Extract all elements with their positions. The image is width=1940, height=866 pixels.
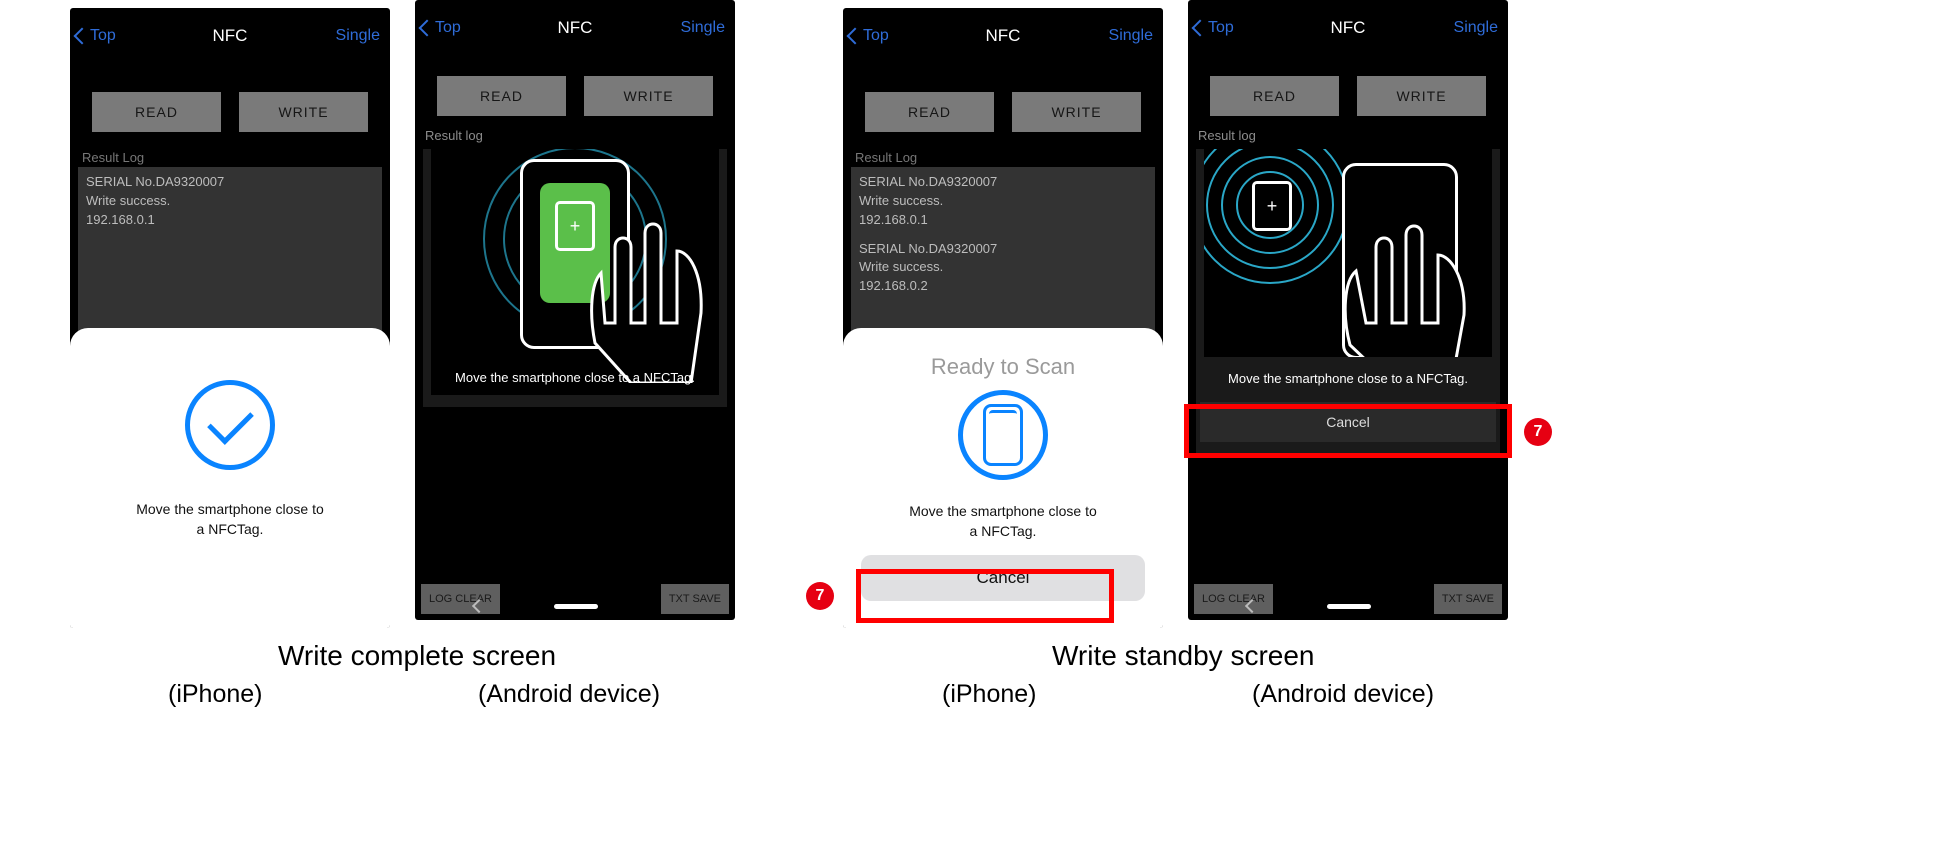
android-back-icon[interactable] [472,599,486,613]
nav-back-button[interactable]: Top [421,19,461,37]
nav-title: NFC [986,26,1021,46]
subcaption-iphone: (iPhone) [168,680,263,709]
navbar: Top NFC Single [415,0,735,56]
nfc-overlay: + Move the smartphone close to a NFCTag.… [1196,149,1500,454]
nav-title: NFC [558,18,593,38]
log-line: SERIAL No.DA9320007 [859,173,1147,192]
read-button[interactable]: READ [437,76,566,116]
android-navbar [415,592,735,620]
chevron-left-icon [419,20,436,37]
read-button[interactable]: READ [1210,76,1339,116]
nfc-overlay: + Move the smartphone close to a NFCTag. [423,149,727,407]
nav-back-label: Top [1208,19,1234,37]
nfc-sheet-success: Move the smartphone close to a NFCTag. [70,328,390,628]
caption-complete: Write complete screen [278,640,556,672]
nfc-sheet-ready: Ready to Scan Move the smartphone close … [843,328,1163,628]
nav-back-label: Top [863,27,889,45]
screen-android-complete: Top NFC Single READ WRITE Result log + [415,0,735,620]
nav-back-button[interactable]: Top [76,27,116,45]
navbar: Top NFC Single [1188,0,1508,56]
nav-title: NFC [1331,18,1366,38]
subcaption-android: (Android device) [1252,680,1434,709]
log-line: Write success. [859,258,1147,277]
android-navbar [1188,592,1508,620]
ready-title: Ready to Scan [861,354,1145,380]
navbar: Top NFC Single [843,8,1163,64]
nav-right-button[interactable]: Single [1454,19,1498,37]
android-home-pill[interactable] [1327,604,1371,609]
android-back-icon[interactable] [1245,599,1259,613]
write-button[interactable]: WRITE [1357,76,1486,116]
result-log-box: SERIAL No.DA9320007 Write success. 192.1… [851,167,1155,343]
figure-stage: Top NFC Single READ WRITE Result Log SER… [0,0,1940,866]
log-line: 192.168.0.1 [859,211,1147,230]
caption-standby: Write standby screen [1052,640,1315,672]
log-line: Write success. [86,192,374,211]
log-line: SERIAL No.DA9320007 [859,240,1147,259]
chevron-left-icon [847,28,864,45]
result-log-label: Result log [1188,122,1508,147]
write-button[interactable]: WRITE [584,76,713,116]
android-home-pill[interactable] [554,604,598,609]
nav-back-button[interactable]: Top [849,27,889,45]
nav-right-button[interactable]: Single [681,19,725,37]
result-log-label: Result Log [843,146,1163,167]
cancel-button[interactable]: Cancel [1200,402,1496,442]
nfc-illustration-standby: + [1204,149,1492,357]
chevron-left-icon [74,28,91,45]
nav-back-label: Top [90,27,116,45]
cancel-button[interactable]: Cancel [861,555,1145,601]
chevron-left-icon [1192,20,1209,37]
screen-iphone-standby: Top NFC Single READ WRITE Result Log SER… [843,8,1163,628]
nav-back-label: Top [435,19,461,37]
nfc-card-icon: + [1252,181,1292,231]
nav-title: NFC [213,26,248,46]
sheet-message: Move the smartphone close to a NFCTag. [88,500,372,539]
log-line: 192.168.0.1 [86,211,374,230]
screen-iphone-complete: Top NFC Single READ WRITE Result Log SER… [70,8,390,628]
read-button[interactable]: READ [865,92,994,132]
nfc-illustration-success: + Move the smartphone close to a NFCTag. [431,149,719,395]
subcaption-android: (Android device) [478,680,660,709]
callout-badge-7a: 7 [806,582,834,610]
result-log-label: Result log [415,122,735,147]
log-line: 192.168.0.2 [859,277,1147,296]
success-check-icon [185,380,275,470]
callout-badge-7b: 7 [1524,418,1552,446]
screen-android-standby: Top NFC Single READ WRITE Result log + [1188,0,1508,620]
nav-right-button[interactable]: Single [336,27,380,45]
write-button[interactable]: WRITE [1012,92,1141,132]
navbar: Top NFC Single [70,8,390,64]
ready-phone-icon [958,390,1048,480]
subcaption-iphone: (iPhone) [942,680,1037,709]
log-line: SERIAL No.DA9320007 [86,173,374,192]
result-log-label: Result Log [70,146,390,167]
nav-right-button[interactable]: Single [1109,27,1153,45]
write-button[interactable]: WRITE [239,92,368,132]
overlay-message: Move the smartphone close to a NFCTag. [431,356,719,395]
hand-icon [1332,211,1482,357]
read-button[interactable]: READ [92,92,221,132]
sheet-message: Move the smartphone close to a NFCTag. [861,502,1145,541]
overlay-message: Move the smartphone close to a NFCTag. [1196,357,1500,396]
log-line: Write success. [859,192,1147,211]
nav-back-button[interactable]: Top [1194,19,1234,37]
